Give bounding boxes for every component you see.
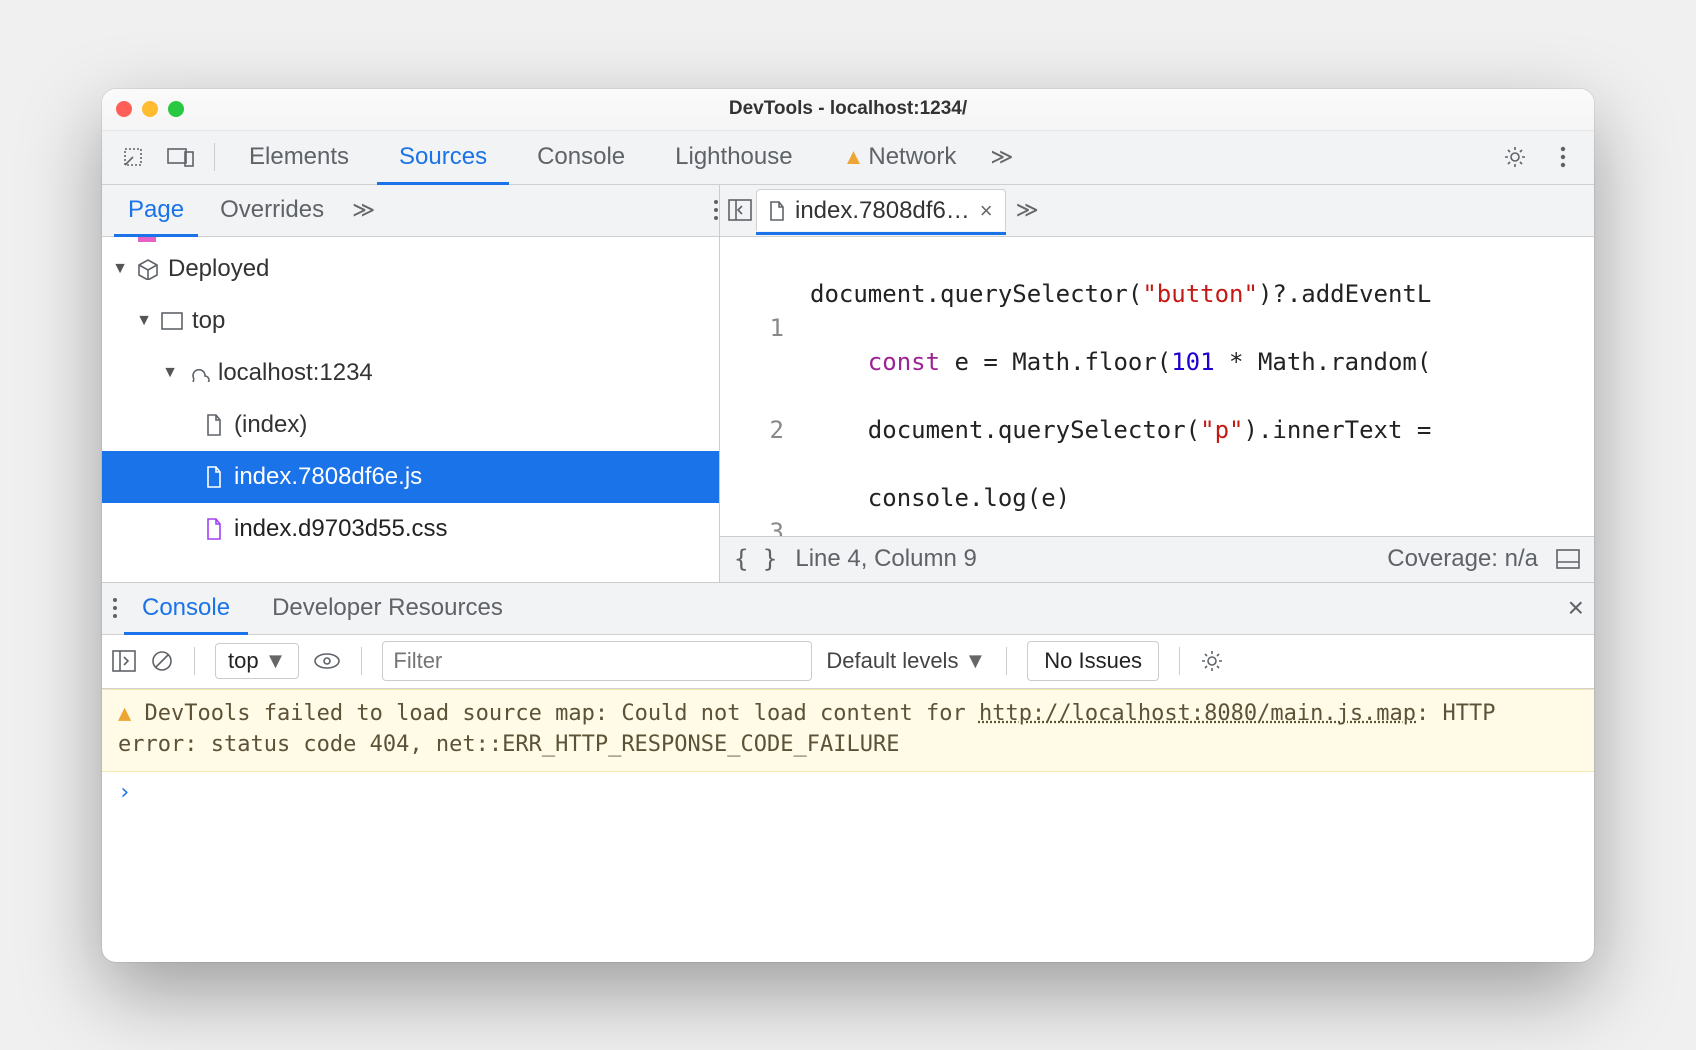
- issues-button[interactable]: No Issues: [1027, 641, 1159, 681]
- nav-tab-page-label: Page: [128, 196, 184, 224]
- cube-icon: [136, 257, 160, 281]
- tree-file-js-label: index.7808df6e.js: [234, 463, 422, 491]
- more-tabs-icon[interactable]: ≫: [984, 144, 1019, 170]
- cursor-position: Line 4, Column 9: [795, 545, 976, 573]
- drawer-tabs: Console Developer Resources ×: [102, 583, 1594, 635]
- console-warning-row[interactable]: ▲ DevTools failed to load source map: Co…: [102, 689, 1594, 773]
- tree-file-index[interactable]: (index): [102, 399, 719, 451]
- file-icon: [202, 517, 226, 541]
- close-drawer-icon[interactable]: ×: [1568, 592, 1584, 624]
- tab-console[interactable]: Console: [515, 131, 647, 184]
- code-editor[interactable]: 1 2 3 4 5 6 7 document.querySelector("bu…: [720, 237, 1594, 536]
- drawer-kebab-menu-icon[interactable]: [112, 597, 118, 619]
- recording-indicator-icon: [138, 236, 156, 242]
- pretty-print-icon[interactable]: { }: [734, 545, 777, 573]
- file-icon: [202, 465, 226, 489]
- context-selector[interactable]: top ▼: [215, 643, 299, 679]
- live-expression-icon[interactable]: [313, 652, 341, 670]
- close-tab-icon[interactable]: ×: [980, 198, 993, 224]
- clear-console-icon[interactable]: [150, 649, 174, 673]
- divider: [361, 647, 362, 675]
- tab-sources[interactable]: Sources: [377, 131, 509, 184]
- more-file-tabs-icon[interactable]: ≫: [1010, 197, 1045, 223]
- tree-deployed-label: Deployed: [168, 255, 269, 283]
- editor-statusbar: { } Line 4, Column 9 Coverage: n/a: [720, 536, 1594, 582]
- chevron-down-icon: ▼: [112, 260, 128, 278]
- toggle-navigator-icon[interactable]: [728, 199, 752, 221]
- tree-deployed[interactable]: ▼ Deployed: [102, 243, 719, 295]
- tab-network-label: Network: [868, 143, 956, 171]
- console-output: ▲ DevTools failed to load source map: Co…: [102, 689, 1594, 962]
- console-toolbar: top ▼ Default levels ▼ No Issues: [102, 635, 1594, 689]
- file-tab-label: index.7808df6…: [795, 197, 970, 225]
- code-content: document.querySelector("button")?.addEve…: [800, 237, 1431, 536]
- console-sidebar-toggle-icon[interactable]: [112, 650, 136, 672]
- divider: [1179, 647, 1180, 675]
- settings-icon[interactable]: [1494, 136, 1536, 178]
- line-number: 1: [720, 311, 784, 345]
- show-drawer-icon[interactable]: [1556, 549, 1580, 569]
- inspect-element-icon[interactable]: [112, 136, 154, 178]
- nav-tab-overrides[interactable]: Overrides: [206, 185, 338, 236]
- tree-file-css-label: index.d9703d55.css: [234, 515, 448, 543]
- line-number: 2: [720, 413, 784, 447]
- more-nav-tabs-icon[interactable]: ≫: [346, 197, 381, 223]
- source-map-url-link[interactable]: http://localhost:8080/main.js.map: [979, 701, 1416, 726]
- chevron-down-icon: ▼: [136, 312, 152, 330]
- kebab-menu-icon[interactable]: [1542, 136, 1584, 178]
- titlebar: DevTools - localhost:1234/: [102, 89, 1594, 131]
- drawer-tab-console[interactable]: Console: [124, 583, 248, 634]
- editor-pane: index.7808df6… × ≫ 1 2 3 4 5 6 7 documen…: [720, 185, 1594, 582]
- tree-host-label: localhost:1234: [218, 359, 373, 387]
- divider: [214, 143, 215, 171]
- tree-file-js[interactable]: index.7808df6e.js: [102, 451, 719, 503]
- console-prompt[interactable]: ›: [102, 772, 1594, 813]
- tree-file-css[interactable]: index.d9703d55.css: [102, 503, 719, 555]
- chevron-down-icon: ▼: [964, 648, 986, 674]
- tree-top-label: top: [192, 307, 225, 335]
- editor-tabs: index.7808df6… × ≫: [720, 185, 1594, 237]
- log-level-label: Default levels: [826, 648, 958, 674]
- tab-lighthouse[interactable]: Lighthouse: [653, 131, 814, 184]
- navigator-tabs: Page Overrides ≫: [102, 185, 719, 237]
- tree-top[interactable]: ▼ top: [102, 295, 719, 347]
- device-toolbar-icon[interactable]: [160, 136, 202, 178]
- context-label: top: [228, 648, 259, 674]
- nav-tab-page[interactable]: Page: [114, 185, 198, 236]
- tree-file-index-label: (index): [234, 411, 307, 439]
- warning-icon: ▲: [118, 701, 131, 726]
- line-number: 3: [720, 515, 784, 536]
- tab-elements[interactable]: Elements: [227, 131, 371, 184]
- window-title: DevTools - localhost:1234/: [102, 98, 1594, 120]
- sources-navigator: Page Overrides ≫ ▼ Deployed: [102, 185, 720, 582]
- warning-text: DevTools failed to load source map: Coul…: [145, 701, 979, 726]
- nav-kebab-menu-icon[interactable]: [713, 199, 719, 221]
- warning-icon: ▲: [843, 144, 865, 170]
- divider: [194, 647, 195, 675]
- frame-icon: [160, 309, 184, 333]
- console-settings-icon[interactable]: [1200, 649, 1224, 673]
- divider: [1006, 647, 1007, 675]
- drawer-tab-devresources[interactable]: Developer Resources: [254, 583, 521, 634]
- cloud-icon: [186, 361, 210, 385]
- tab-network[interactable]: ▲ Network: [821, 131, 979, 184]
- file-icon: [769, 201, 785, 221]
- tree-host[interactable]: ▼ localhost:1234: [102, 347, 719, 399]
- main-tabs: Elements Sources Console Lighthouse ▲ Ne…: [102, 131, 1594, 185]
- line-gutter: 1 2 3 4 5 6 7: [720, 237, 800, 536]
- file-tree: ▼ Deployed ▼ top ▼: [102, 237, 719, 582]
- log-level-selector[interactable]: Default levels ▼: [826, 648, 986, 674]
- sources-panel: Page Overrides ≫ ▼ Deployed: [102, 185, 1594, 583]
- file-tab-active[interactable]: index.7808df6… ×: [756, 189, 1006, 231]
- chevron-down-icon: ▼: [265, 648, 287, 674]
- chevron-down-icon: ▼: [162, 364, 178, 382]
- filter-input[interactable]: [382, 641, 812, 681]
- devtools-window: DevTools - localhost:1234/ Elements Sour…: [102, 89, 1594, 962]
- filter-input-wrapper: [382, 641, 812, 681]
- coverage-status: Coverage: n/a: [1387, 545, 1538, 573]
- file-icon: [202, 413, 226, 437]
